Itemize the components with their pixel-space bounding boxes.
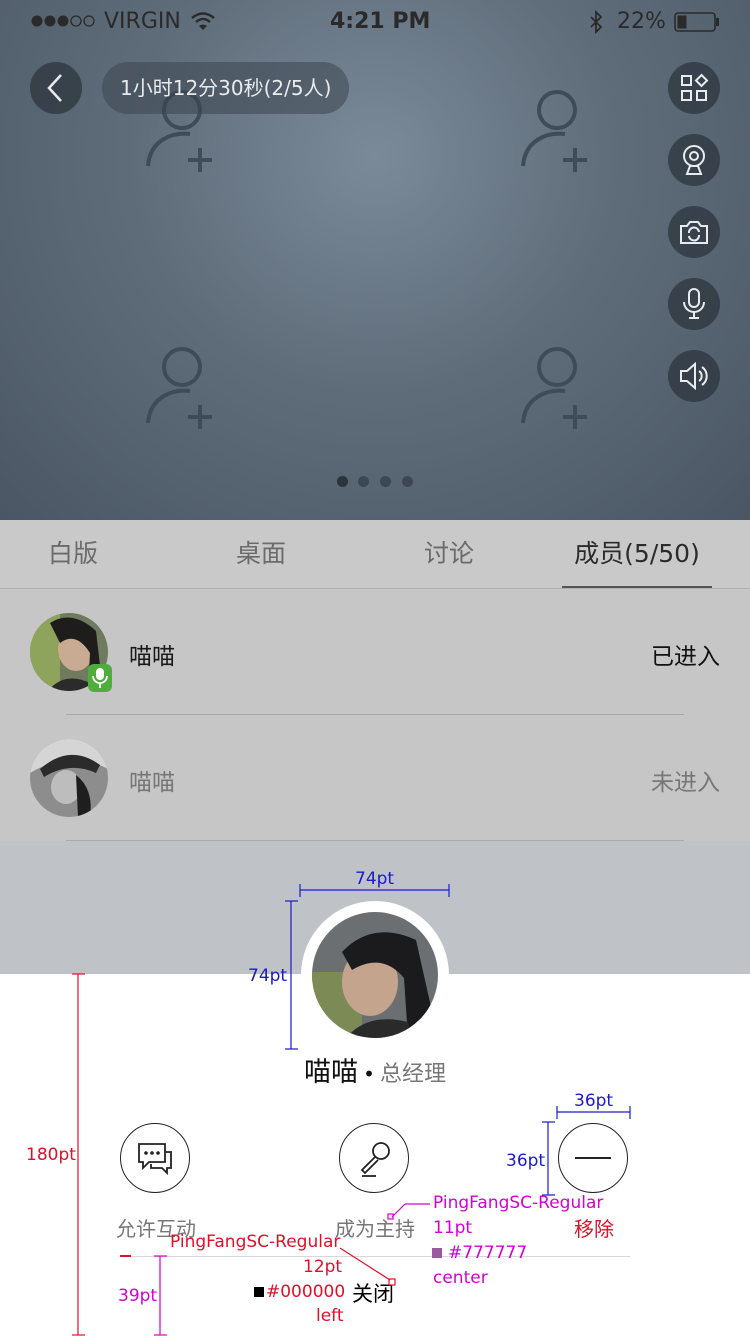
spec-button-width: 36pt xyxy=(574,1091,614,1111)
spec-close-size: 12pt xyxy=(303,1257,343,1277)
spec-lines xyxy=(72,884,631,1336)
spec-close-align: left xyxy=(316,1306,344,1326)
spec-avatar-width: 74pt xyxy=(355,869,395,889)
spec-avatar-height: 74pt xyxy=(248,966,288,986)
spec-label-align: center xyxy=(433,1268,488,1288)
spec-bottom-gap: 39pt xyxy=(118,1286,158,1306)
spec-close-font: PingFangSC-Regular xyxy=(170,1232,341,1252)
spec-label-size: 11pt xyxy=(433,1218,473,1238)
spec-label-font: PingFangSC-Regular xyxy=(433,1193,604,1213)
spec-close-color: #000000 xyxy=(266,1282,346,1302)
spec-button-height: 36pt xyxy=(506,1151,546,1171)
spec-label-color: #777777 xyxy=(448,1243,528,1263)
spec-sheet-height: 180pt xyxy=(26,1145,76,1165)
